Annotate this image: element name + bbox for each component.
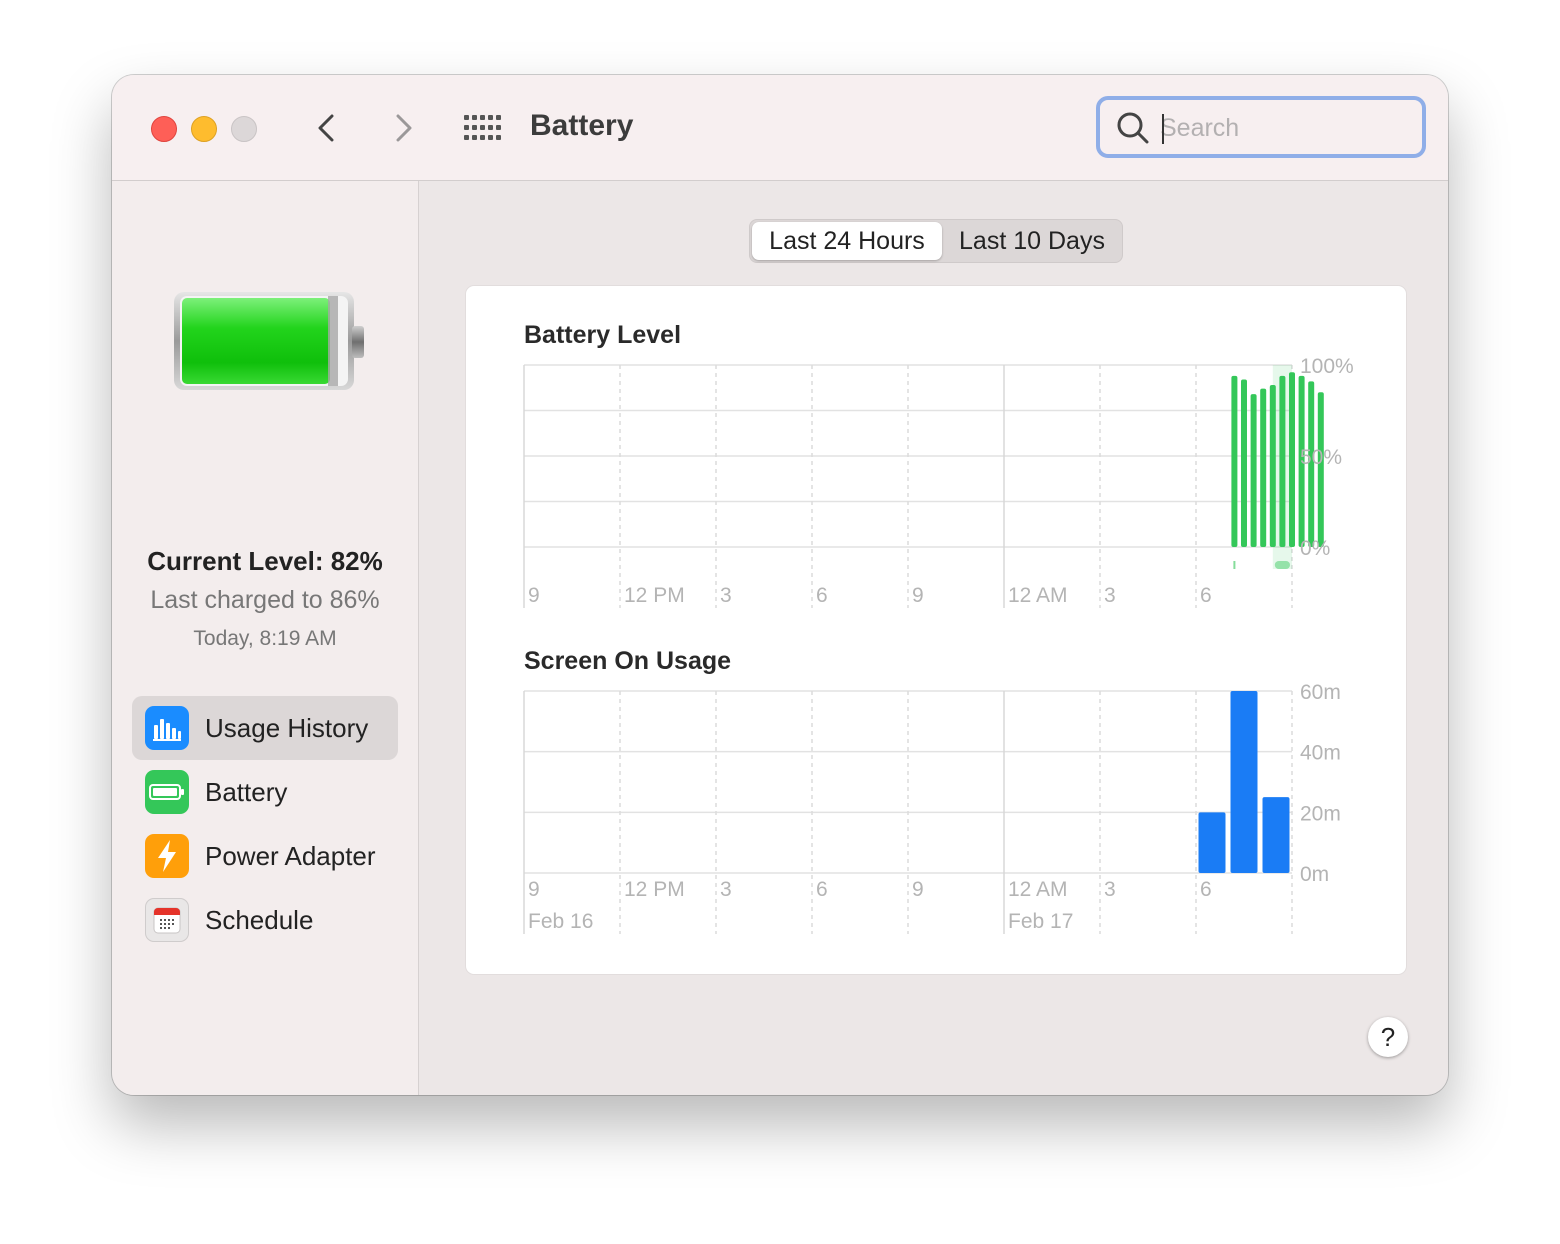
battery-level-chart: 100% 50% 0% 9 12 PM 3 6 9 12 AM 3 6 <box>523 355 1354 608</box>
lightning-icon <box>145 834 189 878</box>
battery-charge-fill <box>182 298 330 384</box>
battery-preferences-window: Battery Search Current Level: 82% Last c… <box>112 75 1448 1095</box>
time-range-control: Last 24 Hours Last 10 Days <box>749 219 1123 263</box>
x-tick-label: 9 <box>912 584 924 607</box>
chart-bar <box>1289 372 1295 547</box>
search-field[interactable] <box>1096 96 1426 158</box>
x-tick-label: 6 <box>1200 878 1212 901</box>
title-bar: Battery <box>112 75 1448 181</box>
chart-bar <box>1279 375 1286 547</box>
chart-bar <box>1231 375 1238 547</box>
sidebar-item-schedule[interactable]: Schedule <box>132 888 398 952</box>
x-tick-label: 3 <box>1104 878 1116 901</box>
close-button[interactable] <box>151 116 177 142</box>
sidebar-item-usage-history[interactable]: Usage History <box>132 696 398 760</box>
sidebar: Current Level: 82% Last charged to 86% T… <box>112 181 419 1095</box>
y-tick-label: 100% <box>1300 355 1354 378</box>
usage-card: Battery Level 100% 50% 0% 9 12 PM 3 6 9 12 AM 3 6 … <box>466 286 1406 974</box>
window-title: Battery <box>530 109 634 142</box>
charged-time-text: Today, 8:19 AM <box>193 627 337 650</box>
x-tick-label: 12 AM <box>1008 584 1068 607</box>
y-tick-label: 40m <box>1300 742 1341 765</box>
sidebar-item-label: Battery <box>205 776 288 807</box>
battery-icon <box>145 770 189 814</box>
text-caret <box>1162 114 1164 144</box>
chart-bar <box>1262 797 1290 873</box>
x-tick-label: 9 <box>912 878 924 901</box>
y-tick-label: 20m <box>1300 802 1341 825</box>
x-tick-label: 9 <box>528 584 540 607</box>
show-all-button[interactable] <box>462 113 502 143</box>
sidebar-item-label: Power Adapter <box>205 840 376 871</box>
calendar-icon <box>145 898 189 942</box>
chevron-right-icon <box>396 114 412 142</box>
sidebar-item-label: Usage History <box>205 712 369 743</box>
chart-bar <box>1317 392 1324 547</box>
chart-bar <box>1260 388 1267 547</box>
chart-bar <box>1241 379 1247 547</box>
chevron-left-icon <box>318 114 334 142</box>
y-tick-label: 60m <box>1300 681 1341 704</box>
forward-button[interactable] <box>382 108 422 148</box>
x-tick-label: 12 PM <box>624 584 685 607</box>
charging-indicator <box>1274 561 1290 569</box>
back-button[interactable] <box>308 108 348 148</box>
chart-bar <box>1198 812 1226 873</box>
segment-last-10-days[interactable]: Last 10 Days <box>944 222 1120 260</box>
x-tick-label: 12 PM <box>624 878 685 901</box>
sidebar-item-label: Schedule <box>205 904 314 935</box>
x-tick-label: 6 <box>816 878 828 901</box>
current-level-text: Current Level: 82% <box>147 546 383 576</box>
screen-on-usage-chart: 60m 40m 20m 0m 9 12 PM 3 6 9 12 AM 3 6 Feb 16 Feb 17 <box>523 681 1341 934</box>
sidebar-item-battery[interactable]: Battery <box>132 760 398 824</box>
search-input[interactable] <box>1160 110 1410 146</box>
battery-icon <box>174 292 364 390</box>
grid-icon <box>464 115 501 140</box>
y-tick-label: 50% <box>1300 446 1342 469</box>
search-icon <box>1117 112 1149 144</box>
chart-bar <box>1230 691 1258 873</box>
y-tick-label: 0m <box>1300 863 1329 886</box>
sidebar-item-power-adapter[interactable]: Power Adapter <box>132 824 398 888</box>
chart-bar <box>1269 385 1276 547</box>
last-charged-text: Last charged to 86% <box>150 586 380 614</box>
bar-chart-icon <box>145 706 189 750</box>
x-tick-label: 12 AM <box>1008 878 1068 901</box>
x-tick-label: 3 <box>720 878 732 901</box>
y-tick-label: 0% <box>1300 537 1330 560</box>
date-label: Feb 16 <box>528 910 593 933</box>
sidebar-menu: Usage History Battery Power Adapter Sche… <box>132 696 398 952</box>
zoom-button[interactable] <box>231 116 257 142</box>
charge-tick-mark <box>1233 561 1236 569</box>
x-tick-label: 3 <box>720 584 732 607</box>
date-label: Feb 17 <box>1008 910 1073 933</box>
chart-bar <box>1250 394 1257 547</box>
main-content: Last 24 Hours Last 10 Days Battery Level… <box>419 181 1448 1095</box>
segment-last-24-hours[interactable]: Last 24 Hours <box>752 222 942 260</box>
x-tick-label: 6 <box>1200 584 1212 607</box>
help-button[interactable]: ? <box>1368 1017 1408 1057</box>
minimize-button[interactable] <box>191 116 217 142</box>
x-tick-label: 9 <box>528 878 540 901</box>
x-tick-label: 3 <box>1104 584 1116 607</box>
x-tick-label: 6 <box>816 584 828 607</box>
